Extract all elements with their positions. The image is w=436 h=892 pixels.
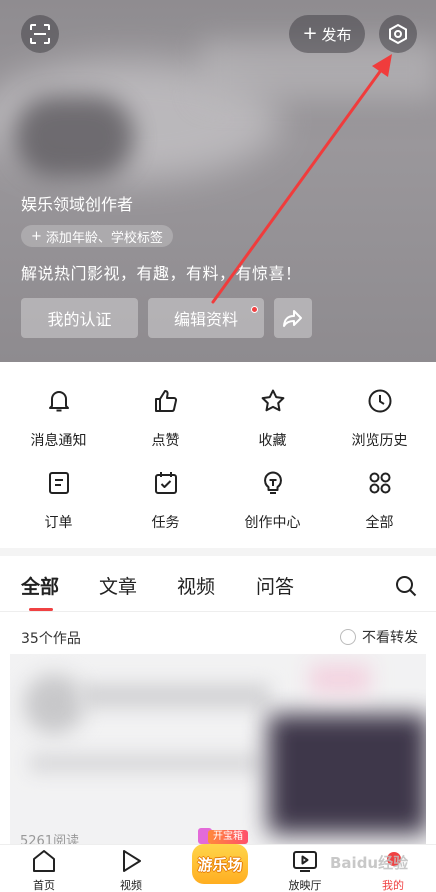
grid-label: 消息通知 (30, 433, 87, 449)
edit-profile-label: 编辑资料 (173, 310, 238, 329)
bulb-icon (258, 468, 288, 498)
grid-label: 订单 (44, 515, 73, 531)
profile-bio: 解说热门影视，有趣，有料，有惊喜！ (21, 264, 302, 283)
hide-repost-toggle[interactable]: 不看转发 (340, 627, 418, 647)
grid-icon (365, 468, 395, 498)
grid-item-notifications[interactable]: 消息通知 (4, 386, 113, 450)
tab-qa[interactable]: 问答 (256, 572, 294, 599)
grid-item-likes[interactable]: 点赞 (111, 386, 220, 450)
active-tab-indicator (29, 608, 53, 611)
grid-item-tasks[interactable]: 任务 (111, 468, 220, 532)
share-icon (283, 310, 302, 327)
edit-profile-button[interactable]: 编辑资料 (148, 298, 264, 338)
nav-label: 视频 (120, 879, 142, 892)
bell-icon (44, 386, 74, 416)
search-icon[interactable] (394, 574, 418, 598)
play-icon (117, 847, 145, 875)
nav-label: 放映厅 (288, 879, 322, 892)
blurred-content (310, 664, 370, 694)
blurred-content (24, 674, 84, 734)
share-button[interactable] (274, 298, 312, 338)
plus-icon: + (302, 23, 318, 44)
settings-button[interactable] (379, 15, 417, 53)
avatar[interactable] (14, 96, 134, 178)
playground-badge: 游乐场 (192, 844, 248, 884)
grid-item-orders[interactable]: 订单 (4, 468, 113, 532)
home-icon (30, 847, 58, 875)
thumbs-up-icon (151, 386, 181, 416)
feed-item[interactable]: 5261阅读 (10, 654, 426, 844)
watermark: Baidu经验 (330, 853, 409, 872)
notification-dot (251, 306, 258, 313)
tab-videos[interactable]: 视频 (177, 572, 215, 599)
works-count: 35个作品 (21, 631, 81, 647)
add-tag-label: 添加年龄、学校标签 (45, 230, 163, 246)
grid-label: 收藏 (258, 433, 287, 449)
grid-item-history[interactable]: 浏览历史 (325, 386, 434, 450)
tab-all[interactable]: 全部 (21, 572, 59, 599)
clock-icon (365, 386, 395, 416)
tab-articles[interactable]: 文章 (99, 572, 137, 599)
grid-item-creator-center[interactable]: 创作中心 (218, 468, 327, 532)
grid-label: 创作中心 (244, 515, 301, 531)
order-icon (44, 468, 74, 498)
grid-label: 任务 (151, 515, 180, 531)
content-tabs: 全部 文章 视频 问答 (0, 556, 436, 612)
section-divider (0, 548, 436, 556)
view-count: 5261阅读 (20, 834, 80, 844)
radio-icon (340, 629, 356, 645)
add-tag-chip[interactable]: + 添加年龄、学校标签 (21, 225, 173, 247)
treasure-box-ribbon: 开宝箱 (208, 830, 248, 844)
scan-icon (30, 24, 50, 44)
star-icon (258, 386, 288, 416)
scan-button[interactable] (21, 15, 59, 53)
settings-hexagon-icon (389, 23, 407, 45)
nav-label: 首页 (33, 879, 55, 892)
nav-home[interactable]: 首页 (14, 847, 74, 892)
calendar-check-icon (151, 468, 181, 498)
works-summary: 35个作品 不看转发 (0, 616, 436, 654)
author-title: 娱乐领域创作者 (21, 195, 134, 214)
nav-playground[interactable]: 开宝箱 游乐场 (188, 828, 252, 890)
grid-item-favorites[interactable]: 收藏 (218, 386, 327, 450)
my-certification-button[interactable]: 我的认证 (21, 298, 138, 338)
plus-icon: + (31, 228, 42, 244)
hide-repost-label: 不看转发 (362, 630, 418, 646)
grid-label: 全部 (365, 515, 394, 531)
grid-label: 点赞 (151, 433, 180, 449)
nav-video[interactable]: 视频 (101, 847, 161, 892)
blurred-content (80, 684, 270, 708)
grid-label: 浏览历史 (351, 433, 408, 449)
blurred-thumbnail (268, 714, 426, 834)
profile-header: + 发布 娱乐领域创作者 + 添加年龄、学校标签 解说热门影视，有趣，有料，有惊… (0, 0, 436, 362)
grid-item-all[interactable]: 全部 (325, 468, 434, 532)
publish-label: 发布 (321, 25, 352, 44)
tv-play-icon (291, 847, 319, 875)
blurred-content (30, 754, 260, 772)
publish-button[interactable]: + 发布 (289, 15, 365, 53)
nav-cinema[interactable]: 放映厅 (275, 847, 335, 892)
